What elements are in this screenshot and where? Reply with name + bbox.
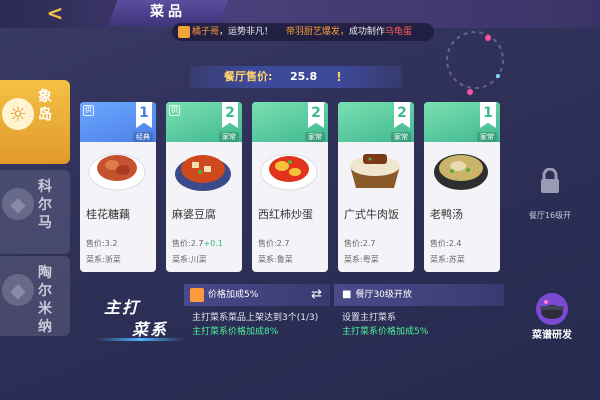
card-header: 1 家常 [424, 102, 500, 142]
dish-card[interactable]: 1 家常 老鸭汤 售价:2.4 菜系:苏菜 [424, 102, 500, 272]
region-emblem-icon: ◆ [2, 188, 34, 220]
signature-line1: 主打 [104, 298, 141, 317]
back-arrow-icon[interactable]: < [44, 2, 66, 24]
dish-price: 售价:2.4 [430, 238, 461, 249]
signature-cuisine-title: 主打 菜系 [96, 294, 186, 346]
locked-effect: 主打菜系价格加成5% [342, 327, 429, 337]
dish-cuisine: 菜系:浙菜 [86, 255, 121, 264]
category-tag: 家常 [477, 132, 497, 142]
dish-card[interactable]: 2 家常 西红柿炒蛋 售价:2.7 菜系:鲁菜 [252, 102, 328, 272]
locked-slot-text: 餐厅16级开 [528, 211, 572, 220]
dish-image [88, 153, 146, 191]
card-header: 供 2 家常 [166, 102, 242, 142]
region-sidebar: ☼ 象岛 ◆ 科尔马 ◆ 陶尔米纳 [0, 80, 70, 340]
ticker-player: 橘子哥 [192, 27, 220, 37]
island-icon: ☼ [2, 98, 34, 130]
dish-name: 麻婆豆腐 [172, 208, 216, 221]
sidebar-item-label: 陶尔米纳 [38, 265, 52, 335]
level-ribbon: 2 [308, 102, 324, 128]
category-tag: 经典 [133, 132, 153, 142]
cooking-pot-icon [536, 293, 568, 325]
level-ribbon: 2 [394, 102, 410, 128]
sidebar-item-xiangdao[interactable]: ☼ 象岛 [0, 80, 70, 164]
ticker-part2: 成功制作 [348, 27, 385, 37]
dish-price: 售价:2.7+0.1 [172, 238, 223, 249]
dish-card[interactable]: 供 1 经典 桂花糖藕 售价:3.2 菜系:浙菜 [80, 102, 156, 272]
category-tag: 家常 [391, 132, 411, 142]
research-label: 菜谱研发 [532, 330, 572, 341]
card-header: 2 家常 [252, 102, 328, 142]
ticker-suffix: ，运势非凡！ [219, 27, 274, 37]
price-prefix: 售价: [430, 239, 449, 248]
sidebar-item-label: 象岛 [38, 89, 52, 123]
dish-image [260, 153, 318, 191]
supply-badge: 供 [169, 105, 180, 116]
dish-price: 售价:3.2 [86, 238, 117, 249]
price-number: 3.2 [104, 239, 118, 248]
swap-icon[interactable]: ⇄ [311, 284, 322, 306]
lock-icon [541, 168, 559, 193]
card-header: 供 1 经典 [80, 102, 156, 142]
price-bonus: +0.1 [203, 239, 223, 248]
bonus-panel-title: 价格加成5% [208, 290, 259, 300]
price-number: 2.4 [448, 239, 462, 248]
decorative-ring-icon [446, 31, 504, 95]
dish-image [434, 154, 488, 190]
dish-name: 西红柿炒蛋 [258, 208, 313, 221]
dish-cuisine: 菜系:粤菜 [344, 255, 379, 264]
locked-panel-title: 餐厅30级开放 [355, 290, 412, 300]
price-info-icon[interactable]: ! [332, 69, 346, 85]
locked-requirement: 设置主打菜系 [342, 313, 397, 323]
price-number: 2.7 [276, 239, 290, 248]
announcement-icon [178, 26, 190, 38]
dish-cuisine: 菜系:川菜 [172, 255, 207, 264]
price-bonus-panel[interactable]: 价格加成5% ⇄ 主打菜系菜品上架达到3个(1/3) 主打菜系价格加成8% [184, 284, 330, 342]
ticker-dish: 乌龟蛋 [384, 27, 412, 37]
bonus-icon [190, 288, 204, 302]
price-prefix: 售价: [172, 239, 191, 248]
locked-panel-header: ■ 餐厅30级开放 [334, 284, 504, 306]
sidebar-item-label: 科尔马 [38, 179, 52, 231]
dish-name: 老鸭汤 [430, 208, 463, 221]
restaurant-price-bar: 餐厅售价: 25.8 ! [190, 66, 402, 88]
dish-price: 售价:2.7 [258, 238, 289, 249]
level-ribbon: 1 [136, 102, 152, 128]
dish-cuisine: 菜系:苏菜 [430, 255, 465, 264]
price-number: 2.7 [190, 239, 204, 248]
dish-image [175, 155, 231, 191]
supply-badge: 供 [83, 105, 94, 116]
category-tag: 家常 [219, 132, 239, 142]
price-value: 25.8 [290, 70, 318, 83]
price-number: 2.7 [362, 239, 376, 248]
dish-price: 售价:2.7 [344, 238, 375, 249]
ticker-part1: 帝羽厨艺爆发， [285, 27, 349, 37]
sidebar-item-keerma[interactable]: ◆ 科尔马 [0, 170, 70, 254]
dish-name: 桂花糖藕 [86, 208, 130, 221]
bonus-effect: 主打菜系价格加成8% [192, 327, 279, 337]
price-prefix: 售价: [344, 239, 363, 248]
bonus-requirement: 主打菜系菜品上架达到3个(1/3) [192, 313, 319, 323]
card-header: 2 家常 [338, 102, 414, 142]
bonus-panel-header: 价格加成5% ⇄ [184, 284, 330, 306]
sidebar-item-taoermina[interactable]: ◆ 陶尔米纳 [0, 256, 70, 336]
small-lock-icon: ■ [342, 289, 352, 300]
signature-underline [96, 338, 184, 341]
dish-cuisine: 菜系:鲁菜 [258, 255, 293, 264]
locked-dish-slot[interactable]: 餐厅16级开 [512, 102, 588, 272]
dish-card[interactable]: 2 家常 广式牛肉饭 售价:2.7 菜系:粤菜 [338, 102, 414, 272]
price-label: 餐厅售价: [224, 70, 273, 83]
recipe-research-button[interactable]: 菜谱研发 [524, 292, 580, 342]
dish-name: 广式牛肉饭 [344, 208, 399, 221]
announcement-ticker: 橘子哥，运势非凡！ 帝羽厨艺爆发，成功制作乌龟蛋 [172, 23, 434, 41]
price-prefix: 售价: [86, 239, 105, 248]
signature-line2: 菜系 [132, 320, 169, 339]
locked-bonus-panel[interactable]: ■ 餐厅30级开放 设置主打菜系 主打菜系价格加成5% [334, 284, 504, 342]
level-ribbon: 2 [222, 102, 238, 128]
region-emblem-icon: ◆ [2, 274, 34, 306]
level-ribbon: 1 [480, 102, 496, 128]
price-prefix: 售价: [258, 239, 277, 248]
dish-card[interactable]: 供 2 家常 麻婆豆腐 售价:2.7+0.1 菜系:川菜 [166, 102, 242, 272]
dish-image [350, 154, 400, 188]
category-tag: 家常 [305, 132, 325, 142]
